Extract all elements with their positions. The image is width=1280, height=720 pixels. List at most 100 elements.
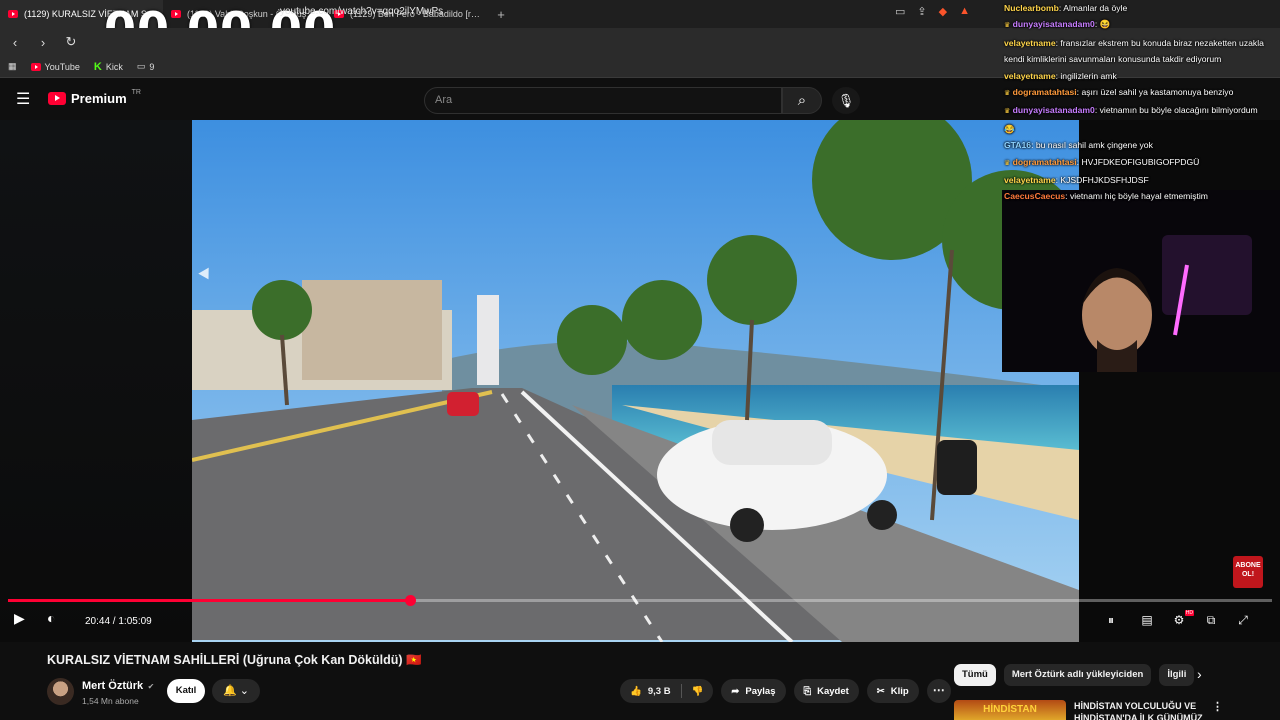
- bookmark-kick[interactable]: K Kick: [94, 61, 123, 73]
- search-input[interactable]: [425, 88, 781, 112]
- subtitles-icon[interactable]: ▤: [1136, 613, 1158, 631]
- ambient-panel-left: [0, 120, 192, 642]
- search-icon: ⌕: [797, 92, 807, 109]
- brave-shield-icon[interactable]: ◆: [939, 5, 947, 18]
- youtube-favicon-icon: [8, 10, 18, 18]
- like-count: 9,3 B: [647, 685, 671, 697]
- chevron-down-icon: ⌄: [239, 685, 249, 697]
- chip-related[interactable]: İlgili: [1159, 664, 1195, 686]
- bookmark-folder[interactable]: ▭ 9: [137, 61, 155, 72]
- subscribe-overlay-badge[interactable]: ABONE OL!: [1233, 556, 1263, 588]
- related-thumbnail[interactable]: HİNDİSTAN: [954, 700, 1066, 720]
- reload-icon[interactable]: ↻: [62, 34, 80, 50]
- chat-message: CaecusCaecus: vietnamı hiç böyle hayal e…: [1004, 191, 1208, 202]
- screen-cast-icon[interactable]: ▭: [895, 5, 905, 18]
- notification-bell-button[interactable]: 🔔 ⌄: [212, 679, 260, 703]
- chat-message: GTA16: bu nasıl sahil amk çingene yok: [1004, 140, 1153, 151]
- chat-user: velayetname: [1004, 37, 1056, 48]
- bookmark-label: Kick: [105, 61, 123, 72]
- url-field[interactable]: youtube.com/watch?v=qqo2ilYMwPs: [280, 6, 443, 17]
- related-video-item[interactable]: HİNDİSTAN HİNDİSTAN YOLCULUĞU VE HİNDİST…: [954, 700, 1214, 720]
- chat-user: velayetname: [1004, 175, 1056, 186]
- bookmark-icon: ⎘: [803, 685, 812, 697]
- chat-user: dogramatahtasi: [1012, 156, 1077, 167]
- progress-played: [8, 599, 410, 602]
- search-button[interactable]: ⌕: [782, 87, 822, 114]
- volume-icon[interactable]: ◐: [47, 610, 55, 626]
- progress-scrubber[interactable]: [404, 595, 416, 606]
- chat-user: velayetname: [1004, 70, 1056, 81]
- save-label: Kaydet: [817, 685, 849, 697]
- chat-message: velayetname: fransızlar ekstrem bu konud…: [1004, 37, 1264, 48]
- stream-chat-overlay: Nuclearbomb: Almanlar da öyle ♛ dunyayis…: [1002, 0, 1280, 201]
- chat-text: 😆: [1099, 19, 1111, 30]
- video-frame[interactable]: [192, 120, 1079, 642]
- chat-text: 😂: [1004, 123, 1015, 134]
- settings-icon[interactable]: ⚙ HD: [1168, 610, 1194, 631]
- more-vert-icon[interactable]: ⋮: [1212, 700, 1223, 713]
- miniplayer-icon[interactable]: ⧉: [1200, 613, 1222, 631]
- chat-message: ♛ dogramatahtasi: aşırı üzel sahil ya ka…: [1004, 87, 1234, 98]
- forward-icon[interactable]: ›: [34, 35, 52, 50]
- chip-all[interactable]: Tümü: [954, 664, 996, 686]
- save-button[interactable]: ⎘ Kaydet: [793, 679, 859, 703]
- channel-text: Mert Öztürk ✔ 1,54 Mn abone: [82, 676, 154, 706]
- channel-info: Mert Öztürk ✔ 1,54 Mn abone: [47, 676, 154, 706]
- chat-user: dogramatahtasi: [1012, 87, 1077, 98]
- bell-icon: 🔔: [223, 685, 237, 697]
- fullscreen-icon[interactable]: ⤢: [1232, 613, 1254, 631]
- menu-icon[interactable]: ☰: [16, 92, 32, 108]
- chat-badge-icon: ♛: [1004, 90, 1011, 98]
- chat-text: aşırı üzel sahil ya kastamonuya benziyo: [1081, 87, 1234, 98]
- chip-from-uploader[interactable]: Mert Öztürk adlı yükleyiciden: [1003, 664, 1152, 686]
- like-dislike-group: 👍 9,3 B 👎: [620, 679, 714, 703]
- chat-message: ♛ dunyayisatanadam0: 😆: [1004, 19, 1111, 30]
- youtube-icon: [30, 62, 41, 71]
- kick-icon: K: [93, 60, 102, 73]
- like-button[interactable]: 👍 9,3 B: [620, 679, 681, 703]
- autoplay-toggle-icon[interactable]: ⏸: [1100, 613, 1122, 631]
- chat-badge-icon: ♛: [1004, 159, 1011, 167]
- avatar[interactable]: [47, 677, 74, 705]
- bookmark-youtube[interactable]: YouTube: [30, 62, 80, 72]
- logo-text: Premium: [71, 91, 127, 106]
- new-tab-button[interactable]: +: [489, 7, 513, 22]
- dislike-button[interactable]: 👎: [682, 679, 714, 703]
- chat-message: ♛ dunyayisatanadam0: vietnamın bu böyle …: [1004, 105, 1258, 116]
- video-actions: 👍 9,3 B 👎 ➦ Paylaş ⎘ Kaydet ✂ Klip ⋯: [620, 679, 951, 703]
- clip-button[interactable]: ✂ Klip: [866, 679, 919, 703]
- thumbs-down-icon: 👎: [691, 685, 704, 697]
- share-arrow-icon: ➦: [731, 685, 740, 697]
- time-display: 20:44 / 1:05:09: [85, 616, 152, 627]
- chat-text: HVJFDKEOFIGUBIGOFPDGÜ: [1081, 156, 1200, 167]
- chat-message: velayetname: KJSDFHJKDSFHJDSF: [1004, 175, 1149, 186]
- chat-user: GTA16: [1004, 140, 1032, 151]
- brave-rewards-icon[interactable]: ▲: [959, 5, 970, 18]
- join-button[interactable]: Katıl: [167, 679, 205, 703]
- chat-message: velayetname: ingilizlerin amk: [1004, 70, 1117, 81]
- chat-user: CaecusCaecus: [1004, 191, 1066, 202]
- chat-text: kendi kimliklerini savunmaları konusunda…: [1004, 54, 1222, 65]
- more-actions-icon[interactable]: ⋯: [926, 679, 951, 703]
- chat-user: dunyayisatanadam0: [1012, 105, 1095, 116]
- apps-grid-icon[interactable]: ▦: [8, 61, 17, 72]
- back-icon[interactable]: ‹: [6, 35, 24, 50]
- chat-message: ♛ dogramatahtasi: HVJFDKEOFIGUBIGOFPDGÜ: [1004, 156, 1200, 167]
- share-label: Paylaş: [745, 685, 776, 697]
- bookmark-label: 9: [149, 61, 155, 72]
- chat-message: kendi kimliklerini savunmaları konusunda…: [1002, 51, 1280, 67]
- share-icon[interactable]: ⇪: [917, 5, 926, 18]
- streamer-webcam: [1002, 190, 1280, 372]
- youtube-logo[interactable]: Premium TR: [48, 89, 141, 106]
- logo-region: TR: [131, 89, 141, 96]
- chevron-right-icon[interactable]: ›: [1197, 666, 1202, 682]
- related-title[interactable]: HİNDİSTAN YOLCULUĞU VE HİNDİSTAN'DA İLK …: [1074, 700, 1214, 720]
- progress-bar[interactable]: [8, 595, 1272, 606]
- chat-text: fransızlar ekstrem bu konuda biraz nezak…: [1060, 37, 1264, 48]
- channel-name[interactable]: Mert Öztürk: [82, 680, 143, 692]
- voice-search-button[interactable]: 🎙: [832, 87, 860, 114]
- chat-text: KJSDFHJKDSFHJDSF: [1060, 175, 1149, 186]
- share-button[interactable]: ➦ Paylaş: [721, 679, 786, 703]
- chat-badge-icon: ♛: [1004, 108, 1011, 116]
- play-icon[interactable]: ▶: [14, 610, 25, 627]
